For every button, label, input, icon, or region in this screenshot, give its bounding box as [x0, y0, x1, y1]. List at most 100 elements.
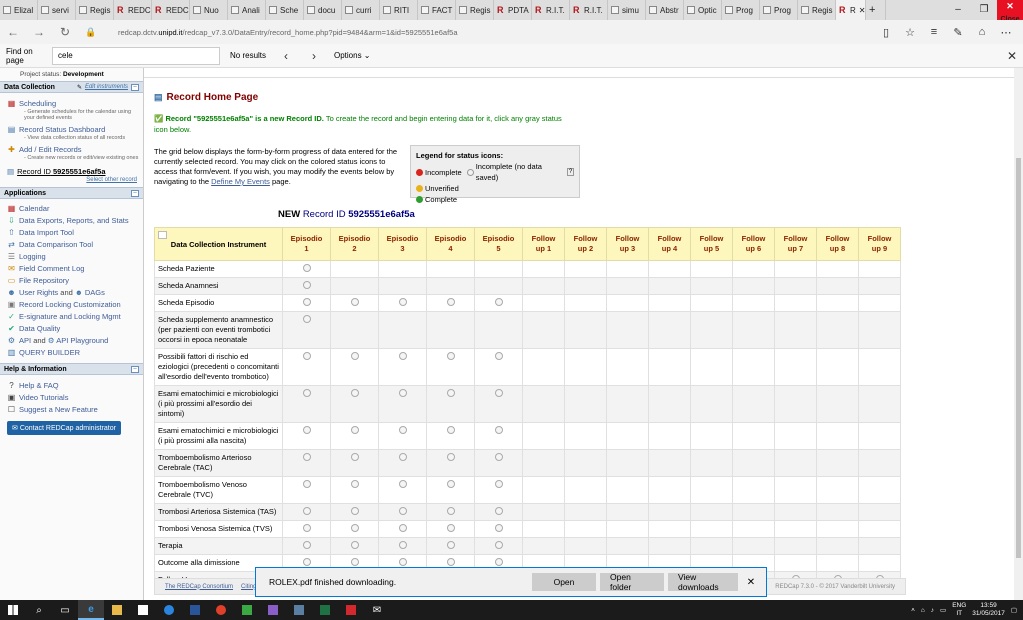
- battery-icon[interactable]: ▭: [940, 606, 946, 614]
- collapse-icon[interactable]: –: [131, 83, 139, 91]
- help-icon[interactable]: ?: [567, 168, 574, 176]
- gray-status-icon[interactable]: [446, 426, 455, 434]
- browser-tab[interactable]: Prog: [722, 0, 760, 20]
- gray-status-icon[interactable]: [446, 480, 455, 488]
- mail-icon[interactable]: ✉: [364, 600, 390, 620]
- sidebar-item-logging[interactable]: ☰ Logging: [0, 250, 143, 262]
- scrollbar-thumb[interactable]: [1016, 158, 1021, 558]
- gray-status-icon[interactable]: [398, 524, 407, 532]
- gray-status-icon[interactable]: [350, 507, 359, 515]
- sidebar-item-data-exports[interactable]: ⇩ Data Exports, Reports, and Stats: [0, 214, 143, 226]
- browser-tab[interactable]: R REDC: [152, 0, 190, 20]
- sidebar-item-user-rights[interactable]: ☻ User Rights and ☻ DAGs: [0, 286, 143, 298]
- sidebar-item-api-playground[interactable]: API Playground: [56, 336, 108, 345]
- gray-status-icon[interactable]: [398, 507, 407, 515]
- skype-icon[interactable]: [156, 600, 182, 620]
- excel-icon[interactable]: [312, 600, 338, 620]
- file-explorer-icon[interactable]: [104, 600, 130, 620]
- find-options-button[interactable]: Options ⌄: [334, 51, 371, 60]
- tab-close-icon[interactable]: ✕: [859, 6, 865, 15]
- refresh-icon[interactable]: ↻: [52, 25, 78, 39]
- gray-status-icon[interactable]: [398, 453, 407, 461]
- gray-status-icon[interactable]: [494, 426, 503, 434]
- gray-status-icon[interactable]: [350, 524, 359, 532]
- visual-studio-icon[interactable]: [260, 600, 286, 620]
- volume-icon[interactable]: ♪: [931, 607, 934, 614]
- gray-status-icon[interactable]: [494, 558, 503, 566]
- collapse-icon[interactable]: –: [131, 189, 139, 197]
- contact-admin-button[interactable]: ✉ Contact REDCap administrator: [7, 421, 121, 435]
- browser-tab[interactable]: Sche: [266, 0, 304, 20]
- collapse-icon[interactable]: –: [131, 365, 139, 373]
- browser-tab[interactable]: Prog: [760, 0, 798, 20]
- find-input[interactable]: cele: [52, 46, 220, 65]
- gray-status-icon[interactable]: [302, 389, 311, 397]
- word-icon[interactable]: [182, 600, 208, 620]
- gray-status-icon[interactable]: [350, 541, 359, 549]
- browser-tab[interactable]: FACT: [418, 0, 456, 20]
- edit-instruments-link[interactable]: Edit instruments: [85, 84, 128, 90]
- cloud-app-icon[interactable]: [286, 600, 312, 620]
- find-close-icon[interactable]: ✕: [1007, 49, 1017, 63]
- forward-icon[interactable]: →: [26, 25, 52, 39]
- browser-tab[interactable]: R R.I.T.: [532, 0, 570, 20]
- gray-status-icon[interactable]: [494, 389, 503, 397]
- gray-status-icon[interactable]: [302, 480, 311, 488]
- gray-status-icon[interactable]: [446, 298, 455, 306]
- acrobat-icon[interactable]: [338, 600, 364, 620]
- sidebar-item-add-edit-records[interactable]: ✚ Add / Edit Records: [0, 143, 143, 155]
- gray-status-icon[interactable]: [446, 507, 455, 515]
- consortium-link[interactable]: The REDCap Consortium: [165, 584, 233, 590]
- back-icon[interactable]: ←: [0, 25, 26, 39]
- maximize-icon[interactable]: ❐: [971, 0, 997, 20]
- current-record-link[interactable]: ▤ Record ID 5925551e6af5a: [0, 163, 143, 176]
- gray-status-icon[interactable]: [302, 315, 311, 323]
- gray-status-icon[interactable]: [302, 352, 311, 360]
- store-icon[interactable]: [130, 600, 156, 620]
- gray-status-icon[interactable]: [446, 389, 455, 397]
- table-options-icon[interactable]: [158, 231, 167, 239]
- network-icon[interactable]: ⌂: [921, 607, 925, 614]
- page-scrollbar[interactable]: [1014, 68, 1023, 600]
- find-previous-icon[interactable]: ‹: [274, 49, 298, 63]
- notifications-icon[interactable]: ▢: [1011, 606, 1017, 614]
- gray-status-icon[interactable]: [494, 524, 503, 532]
- task-view-icon[interactable]: ▭: [52, 600, 78, 620]
- language-indicator[interactable]: ENG IT: [952, 602, 966, 618]
- url-field[interactable]: redcap.dctv.unipd.it/redcap_v7.3.0/DataE…: [118, 28, 877, 37]
- gray-status-icon[interactable]: [302, 281, 311, 289]
- share-icon[interactable]: ⌂: [973, 26, 991, 39]
- gray-status-icon[interactable]: [398, 389, 407, 397]
- edge-browser-icon[interactable]: e: [78, 600, 104, 620]
- browser-tab[interactable]: Abstr: [646, 0, 684, 20]
- browser-tab[interactable]: curri: [342, 0, 380, 20]
- web-note-icon[interactable]: ✎: [949, 26, 967, 39]
- gray-status-icon[interactable]: [494, 453, 503, 461]
- gray-status-icon[interactable]: [494, 352, 503, 360]
- browser-tab[interactable]: docu: [304, 0, 342, 20]
- sidebar-item-field-comment-log[interactable]: ✉ Field Comment Log: [0, 262, 143, 274]
- gray-status-icon[interactable]: [302, 264, 311, 272]
- gray-status-icon[interactable]: [350, 453, 359, 461]
- sidebar-item-calendar[interactable]: ▦ Calendar: [0, 202, 143, 214]
- sidebar-item-record-status-dashboard[interactable]: ▤ Record Status Dashboard: [0, 123, 143, 135]
- gray-status-icon[interactable]: [446, 541, 455, 549]
- gray-status-icon[interactable]: [302, 453, 311, 461]
- browser-tab[interactable]: Regis: [76, 0, 114, 20]
- close-icon[interactable]: ✕: [742, 577, 760, 588]
- clock[interactable]: 13:59 31/05/2017: [972, 602, 1005, 618]
- gray-status-icon[interactable]: [302, 541, 311, 549]
- gray-status-icon[interactable]: [350, 480, 359, 488]
- close-window-button[interactable]: ✕Close: [997, 0, 1023, 23]
- gray-status-icon[interactable]: [398, 541, 407, 549]
- sidebar-item-data-quality[interactable]: ✔ Data Quality: [0, 322, 143, 334]
- gray-status-icon[interactable]: [350, 352, 359, 360]
- gray-status-icon[interactable]: [302, 298, 311, 306]
- view-downloads-button[interactable]: View downloads: [668, 572, 738, 592]
- favorite-star-icon[interactable]: ☆: [901, 26, 919, 39]
- gray-status-icon[interactable]: [494, 480, 503, 488]
- sidebar-item-help-faq[interactable]: ? Help & FAQ: [0, 379, 143, 391]
- gray-status-icon[interactable]: [350, 426, 359, 434]
- browser-tab[interactable]: Regis: [456, 0, 494, 20]
- gray-status-icon[interactable]: [446, 524, 455, 532]
